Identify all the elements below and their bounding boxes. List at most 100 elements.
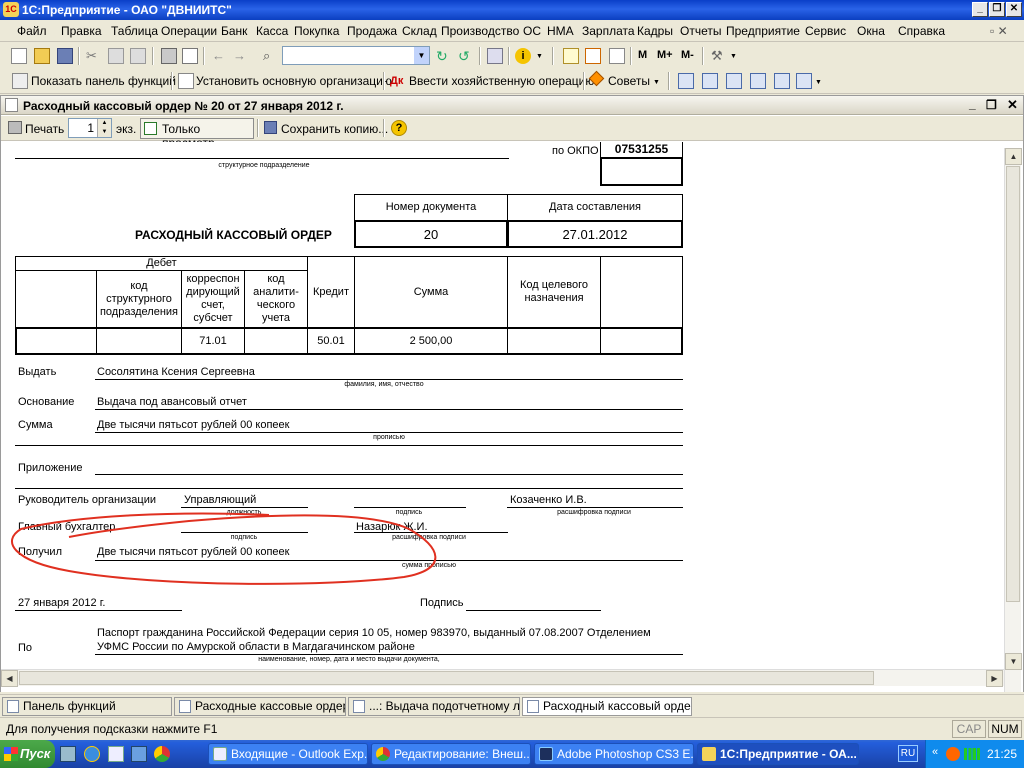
preview-icon[interactable] (182, 48, 198, 64)
start-button[interactable]: Пуск (0, 740, 55, 768)
restore-button[interactable]: ❐ (989, 2, 1005, 17)
menu-hr[interactable]: Кадры (637, 24, 673, 38)
copies-field[interactable]: 1 ▲ ▼ (68, 118, 112, 138)
hscroll-thumb[interactable] (19, 671, 874, 685)
tab-functions-panel[interactable]: Панель функций (2, 697, 172, 716)
task-chrome[interactable]: Редактирование: Внеш... (371, 743, 531, 765)
media-player-icon[interactable] (131, 746, 147, 762)
tools-icon[interactable]: ⚒ (711, 48, 727, 64)
notepad-icon[interactable] (609, 48, 625, 64)
menu-reports[interactable]: Отчеты (680, 24, 721, 38)
outlook-icon[interactable] (108, 746, 124, 762)
find-next-icon[interactable]: ↻ (436, 48, 452, 64)
redo-icon[interactable]: → (233, 48, 249, 64)
report-icon[interactable] (726, 73, 742, 89)
language-indicator[interactable]: RU (898, 745, 918, 762)
menu-file[interactable]: Файл (17, 24, 47, 38)
doc-close-button[interactable]: ✕ (1007, 97, 1018, 113)
print-icon[interactable] (161, 48, 177, 64)
info-icon[interactable]: i (515, 48, 531, 64)
doc-minimize-button[interactable]: _ (969, 97, 976, 111)
spinner-icon[interactable]: ▲ ▼ (97, 119, 111, 137)
show-panel-button[interactable]: Показать панель функций (31, 74, 176, 88)
calendar-icon[interactable] (585, 48, 601, 64)
menu-purchase[interactable]: Покупка (294, 24, 339, 38)
task-outlook[interactable]: Входящие - Outlook Exp... (208, 743, 368, 765)
memory-minus-button[interactable]: M- (681, 49, 694, 61)
menu-production[interactable]: Производство (441, 24, 519, 38)
menu-cash[interactable]: Касса (256, 24, 288, 38)
menu-enterprise[interactable]: Предприятие (726, 24, 800, 38)
chevron-down-icon[interactable]: ▼ (414, 47, 429, 64)
menu-table[interactable]: Таблица (111, 24, 158, 38)
task-photoshop[interactable]: Adobe Photoshop CS3 E... (534, 743, 694, 765)
paste-icon[interactable] (130, 48, 146, 64)
doc-restore-button[interactable]: ❐ (986, 98, 997, 112)
tab-cash-orders[interactable]: Расходные кассовые ордера (174, 697, 346, 716)
search-input[interactable]: ▼ (282, 46, 430, 65)
memory-button[interactable]: M (638, 49, 647, 61)
window-title: 1С:Предприятие - ОАО "ДВНИИТС" (22, 3, 232, 17)
menu-sales[interactable]: Продажа (347, 24, 397, 38)
save-icon[interactable] (57, 48, 73, 64)
status-bar: Для получения подсказки нажмите F1 CAP N… (0, 717, 1024, 739)
scroll-up-icon[interactable]: ▲ (1005, 148, 1022, 165)
menu-help[interactable]: Справка (898, 24, 945, 38)
doc-number-header: Номер документа (354, 194, 508, 221)
enter-operation-button[interactable]: Ввести хозяйственную операцию (409, 74, 594, 88)
col-struct: код структурного подразделения (96, 270, 182, 328)
help-icon[interactable]: ? (391, 120, 407, 136)
print-form-area: структурное подразделение по ОКПО 075312… (1, 142, 1023, 692)
menu-warehouse[interactable]: Склад (402, 24, 437, 38)
journal-icon[interactable] (678, 73, 694, 89)
internet-explorer-icon[interactable] (84, 746, 100, 762)
set-organization-button[interactable]: Установить основную организацию (196, 74, 392, 88)
open-folder-icon[interactable] (34, 48, 50, 64)
minimize-button[interactable]: _ (972, 2, 988, 17)
save-copy-button[interactable]: Сохранить копию... (281, 122, 388, 136)
head-position: Управляющий (184, 494, 257, 506)
find-prev-icon[interactable]: ↺ (458, 48, 474, 64)
undo-icon[interactable]: ← (212, 48, 228, 64)
show-desktop-icon[interactable] (60, 746, 76, 762)
signal-icon[interactable] (964, 748, 980, 760)
tips-button[interactable]: Советы (608, 74, 650, 88)
calculator-icon[interactable] (563, 48, 579, 64)
copy-icon[interactable] (108, 48, 124, 64)
menu-windows[interactable]: Окна (857, 24, 885, 38)
print-button[interactable]: Печать (25, 122, 64, 136)
okpo-label: по ОКПО (552, 145, 599, 157)
menu-bank[interactable]: Банк (221, 24, 247, 38)
table-icon[interactable] (774, 73, 790, 89)
vertical-scrollbar[interactable]: ▲ ▼ (1004, 148, 1022, 692)
catalog-icon[interactable] (702, 73, 718, 89)
task-1c[interactable]: 1С:Предприятие - ОА... (697, 743, 859, 765)
cut-icon[interactable]: ✂ (86, 48, 102, 64)
chrome-icon[interactable] (154, 746, 170, 762)
register-icon[interactable] (750, 73, 766, 89)
tray-app-icon[interactable] (946, 747, 960, 761)
scroll-left-icon[interactable]: ◀ (1, 670, 18, 687)
tab-advance-issue[interactable]: ...: Выдача подотчетному ли... (348, 697, 520, 716)
menu-intangibles[interactable]: НМА (547, 24, 574, 38)
menu-salary[interactable]: Зарплата (582, 24, 635, 38)
menu-service[interactable]: Сервис (805, 24, 846, 38)
settings-icon[interactable] (796, 73, 812, 89)
new-document-icon[interactable] (11, 48, 27, 64)
memory-plus-button[interactable]: M+ (657, 49, 673, 61)
scroll-right-icon[interactable]: ▶ (986, 670, 1003, 687)
scroll-thumb[interactable] (1006, 166, 1020, 602)
num-indicator: NUM (988, 720, 1022, 738)
windows-icon[interactable] (487, 48, 503, 64)
tray-expand-icon[interactable]: « (932, 746, 938, 758)
view-only-button[interactable]: Только просмотр (140, 118, 254, 150)
scroll-down-icon[interactable]: ▼ (1005, 653, 1022, 670)
caps-indicator: CAP (952, 720, 986, 738)
menu-edit[interactable]: Правка (61, 24, 102, 38)
menu-fixed-assets[interactable]: ОС (523, 24, 541, 38)
close-button[interactable]: ✕ (1006, 2, 1022, 17)
menu-operations[interactable]: Операции (161, 24, 217, 38)
horizontal-scrollbar[interactable]: ◀ ▶ (1, 669, 1004, 687)
tab-cash-order-print[interactable]: Расходный кассовый орде... (522, 697, 692, 716)
cash-order-form: структурное подразделение по ОКПО 075312… (9, 142, 683, 677)
